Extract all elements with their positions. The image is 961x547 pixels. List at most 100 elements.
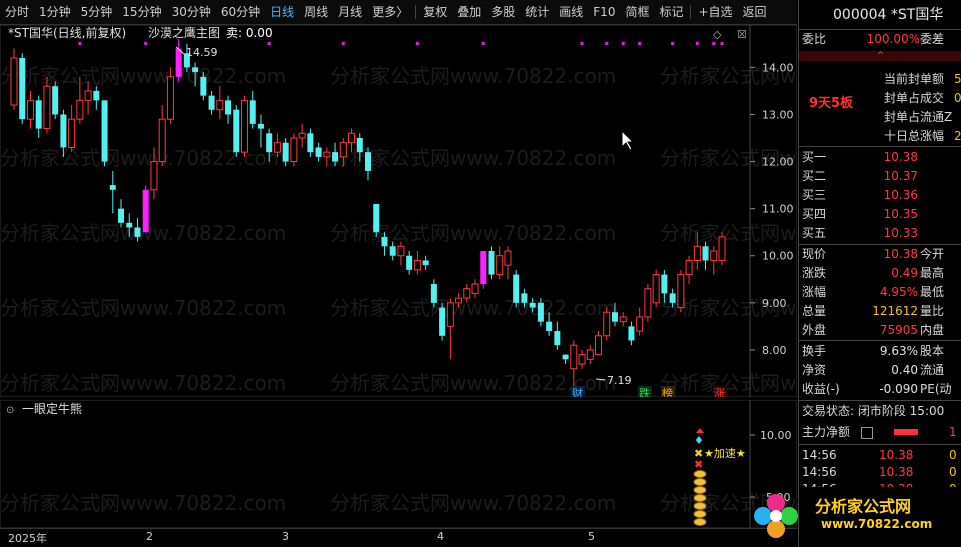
toolbar-item-19[interactable]: 返回 — [738, 0, 772, 24]
candle-body — [68, 118, 76, 148]
expand-button[interactable]: ^ — [799, 51, 961, 61]
candle-body — [652, 274, 660, 304]
toolbar-item-10[interactable]: 复权 — [418, 0, 452, 24]
toolbar-item-6[interactable]: 日线 — [265, 0, 299, 24]
candle-body — [192, 67, 199, 73]
toolbar-item-17[interactable]: 标记 — [654, 0, 688, 24]
time-label-mar: 3 — [282, 530, 289, 543]
candle-body — [93, 90, 100, 101]
coin-icon — [693, 478, 707, 486]
candle-body — [521, 293, 528, 303]
coin-icon — [693, 518, 707, 526]
toolbar-item-9[interactable]: 更多〉 — [367, 0, 413, 24]
quote-label: 总量 — [802, 304, 827, 318]
candle-body — [175, 48, 182, 77]
candle-body — [60, 114, 67, 148]
toolbar-item-4[interactable]: 30分钟 — [167, 0, 216, 24]
price-tick-label: 13.00 — [762, 108, 794, 121]
toolbar-item-2[interactable]: 5分钟 — [76, 0, 118, 24]
stat-row: 净资 0.40 流通 — [799, 361, 961, 380]
bid-label: 买一 — [802, 150, 827, 164]
stat-row: 换手 9.63% 股本 — [799, 342, 961, 361]
watermark-text: 分析家公式网www.70822.com — [0, 491, 286, 515]
watermark-text: 分析家公式网www.70822.com — [330, 491, 616, 515]
low-price-marker: 7.19 — [607, 374, 632, 387]
candle-body — [233, 109, 240, 153]
signal-dot — [267, 42, 271, 45]
sub-indicator-chart[interactable]: 分析家公式网www.70822.com 分析家公式网www.70822.com 分析… — [0, 400, 797, 528]
stat-value: 0.40 — [891, 363, 918, 377]
quote-row: 总量 121612 量比 — [799, 302, 961, 321]
bid-price: 10.38 — [883, 150, 918, 164]
candle-body — [636, 316, 644, 332]
bid-price: 10.37 — [883, 169, 918, 183]
candle-body — [208, 95, 215, 110]
signal-dot — [341, 42, 345, 45]
logo-url: www.70822.com — [821, 517, 933, 531]
quote-label2: 最高 — [920, 266, 945, 280]
candle-body — [619, 316, 627, 323]
quote-value: 0.49 — [891, 266, 918, 280]
stat-label: 净资 — [802, 363, 827, 377]
badge-fall: 跌 — [639, 386, 650, 397]
candle-body — [603, 311, 611, 337]
stat-label: 收益(-) — [802, 382, 840, 396]
candle-body — [35, 100, 42, 129]
toolbar-item-7[interactable]: 周线 — [299, 0, 333, 24]
diamond-icon: ◇ — [713, 28, 722, 41]
toolbar-item-5[interactable]: 60分钟 — [216, 0, 265, 24]
coin-icon — [693, 486, 707, 494]
limit-item-value: 0 — [954, 91, 961, 105]
candle-body — [685, 259, 693, 276]
candle-body — [702, 246, 709, 261]
candle-body — [249, 100, 256, 124]
coin-icon — [693, 502, 707, 510]
candle-body — [413, 259, 421, 271]
signal-dot — [621, 42, 625, 45]
candlestick-chart[interactable]: 分析家公式网www.70822.com 分析家公式网www.70822.com 分析… — [0, 25, 797, 397]
candle-body — [422, 260, 429, 266]
toolbar-item-13[interactable]: 统计 — [520, 0, 554, 24]
toolbar-item-0[interactable]: 分时 — [0, 0, 34, 24]
toolbar-item-8[interactable]: 月线 — [333, 0, 367, 24]
weibi-value: 100.00% — [866, 32, 920, 46]
candle-body — [546, 321, 553, 332]
candle-body — [142, 189, 149, 233]
toolbar-item-15[interactable]: F10 — [588, 0, 620, 24]
coin-icon — [693, 470, 707, 478]
badge-rise: 涨 — [714, 387, 725, 397]
candle-body — [389, 246, 396, 256]
list-icon[interactable] — [861, 427, 873, 439]
toolbar-item-16[interactable]: 简框 — [620, 0, 654, 24]
bid-row: 买四 10.35 — [799, 205, 961, 224]
candle-body — [315, 147, 322, 157]
badge-rank: 榜 — [662, 386, 673, 397]
quote-label2: 内盘 — [920, 323, 945, 337]
candle-body — [562, 354, 569, 360]
candle-body — [19, 57, 26, 120]
candle-body — [554, 331, 561, 346]
toolbar-item-18[interactable]: +自选 — [693, 0, 737, 24]
quote-value: 4.95% — [879, 285, 918, 299]
candle-body — [150, 161, 158, 191]
candle-body — [644, 288, 652, 318]
site-logo: 分析家公式网 www.70822.com — [754, 487, 961, 547]
toolbar-item-11[interactable]: 叠加 — [452, 0, 486, 24]
signal-dot — [638, 42, 642, 45]
toolbar-item-14[interactable]: 画线 — [554, 0, 588, 24]
toolbar-item-12[interactable]: 多股 — [486, 0, 520, 24]
toolbar-item-3[interactable]: 15分钟 — [117, 0, 166, 24]
stat-label2: PE(动 — [920, 382, 952, 396]
watermark-text: 分析家公式网www.70822.com — [660, 371, 797, 395]
candle-body — [488, 251, 495, 275]
toolbar-item-1[interactable]: 1分钟 — [34, 0, 76, 24]
quote-label2: 最低 — [920, 285, 945, 299]
signal-dot — [671, 42, 675, 45]
bid-label: 买三 — [802, 188, 827, 202]
watermark-text: 分析家公式网www.70822.com — [330, 296, 616, 320]
candle-body — [348, 132, 356, 144]
quote-panel: 000004 *ST国华 委比 100.00% 委差 ^ 9天5板 当前封单额 5… — [754, 0, 961, 547]
svg-text:✖: ✖ — [694, 458, 703, 471]
watermark-text: 分析家公式网www.70822.com — [0, 296, 286, 320]
candle-body — [273, 142, 281, 153]
